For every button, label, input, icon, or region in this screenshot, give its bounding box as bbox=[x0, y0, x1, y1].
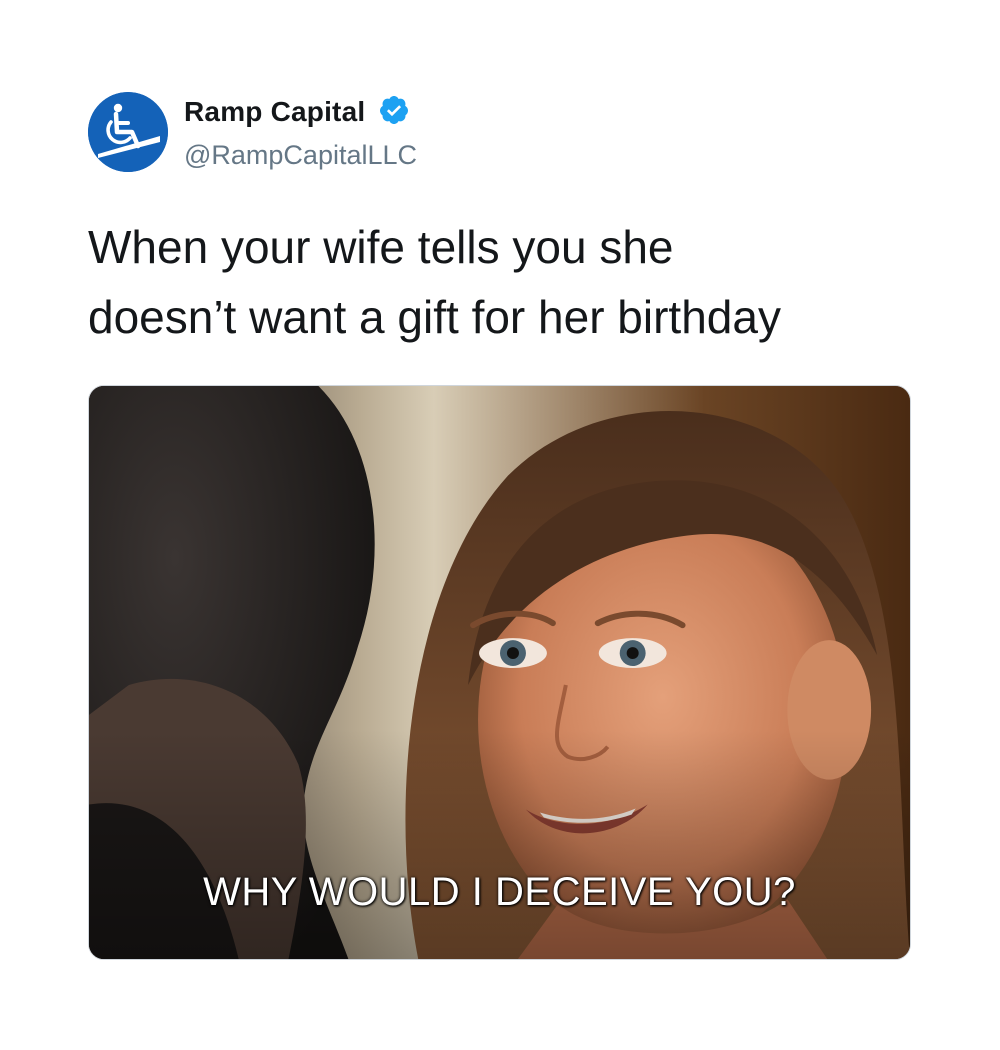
author-handle[interactable]: @RampCapitalLLC bbox=[184, 140, 417, 171]
tweet-media-image[interactable]: WHY WOULD I DECEIVE YOU? bbox=[88, 385, 911, 960]
tweet-text: When your wife tells you she doesn’t wan… bbox=[88, 212, 928, 352]
avatar[interactable] bbox=[88, 92, 168, 172]
wheelchair-ramp-icon bbox=[88, 92, 168, 172]
tweet-text-line-2: doesn’t want a gift for her birthday bbox=[88, 291, 781, 343]
author-names: Ramp Capital @RampCapitalLLC bbox=[184, 96, 417, 171]
tweet-text-line-1: When your wife tells you she bbox=[88, 221, 674, 273]
tweet-card: Ramp Capital @RampCapitalLLC When your w… bbox=[0, 0, 1000, 1050]
verified-badge-icon bbox=[379, 96, 408, 124]
meme-caption: WHY WOULD I DECEIVE YOU? bbox=[203, 870, 796, 914]
display-name[interactable]: Ramp Capital bbox=[184, 96, 365, 128]
